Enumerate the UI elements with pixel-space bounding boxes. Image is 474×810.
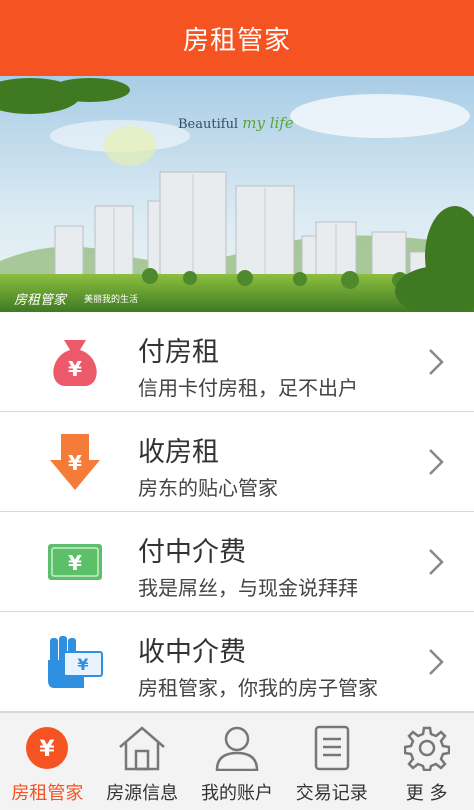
tab-label: 房租管家 xyxy=(11,783,84,804)
tab-label: 更 多 xyxy=(405,783,448,804)
menu-item-subtitle: 房东的贴心管家 xyxy=(138,476,278,500)
document-icon xyxy=(307,723,357,773)
page-title: 房租管家 xyxy=(182,25,291,56)
menu-item-pay-rent[interactable]: ¥ 付房租 信用卡付房租，足不出户 xyxy=(0,312,474,412)
menu-item-subtitle: 信用卡付房租，足不出户 xyxy=(138,376,358,400)
banner-title-prefix: Beautiful xyxy=(178,117,239,132)
gear-icon xyxy=(402,723,452,773)
chevron-right-icon xyxy=(429,449,444,475)
svg-text:¥: ¥ xyxy=(77,655,88,674)
menu-item-collect-rent[interactable]: ¥ 收房租 房东的贴心管家 xyxy=(0,412,474,512)
chevron-right-icon xyxy=(429,649,444,675)
banner-title-suffix: my life xyxy=(242,114,294,132)
svg-text:¥: ¥ xyxy=(68,451,82,475)
tab-label: 我的账户 xyxy=(200,783,273,804)
svg-text:¥: ¥ xyxy=(68,357,82,381)
tab-my-account[interactable]: 我的账户 xyxy=(190,713,285,810)
chevron-right-icon xyxy=(429,349,444,375)
promo-banner[interactable]: Beautiful my life 房租管家 美丽我的生活 xyxy=(0,76,474,312)
house-icon xyxy=(117,723,167,773)
banknote-icon: ¥ xyxy=(44,534,106,590)
banner-image xyxy=(0,76,474,312)
bottom-tab-bar: ¥ 房租管家 房源信息 我的账户 交易记录 更 多 xyxy=(0,712,474,810)
svg-text:¥: ¥ xyxy=(40,737,56,762)
menu-item-title: 收中介费 xyxy=(138,637,246,668)
hand-cash-icon: ¥ xyxy=(44,634,106,690)
app-header: 房租管家 xyxy=(0,0,474,76)
chevron-right-icon xyxy=(429,549,444,575)
money-bag-icon: ¥ xyxy=(44,334,106,390)
svg-text:¥: ¥ xyxy=(68,551,82,575)
banner-brand: 房租管家 xyxy=(14,293,67,308)
tab-label: 交易记录 xyxy=(295,783,368,804)
tab-listings[interactable]: 房源信息 xyxy=(95,713,190,810)
menu-item-title: 付中介费 xyxy=(138,537,246,568)
tab-rent-manager[interactable]: ¥ 房租管家 xyxy=(0,713,95,810)
menu-item-pay-agency-fee[interactable]: ¥ 付中介费 我是屌丝，与现金说拜拜 xyxy=(0,512,474,612)
tab-more[interactable]: 更 多 xyxy=(379,713,474,810)
tab-label: 房源信息 xyxy=(106,783,179,804)
menu-item-collect-agency-fee[interactable]: ¥ 收中介费 房租管家，你我的房子管家 xyxy=(0,612,474,712)
menu-item-title: 付房租 xyxy=(138,337,219,368)
user-icon xyxy=(212,723,262,773)
banner-title: Beautiful my life xyxy=(178,114,294,132)
menu-item-subtitle: 房租管家，你我的房子管家 xyxy=(138,676,378,700)
service-menu: ¥ 付房租 信用卡付房租，足不出户 ¥ 收房租 房东的贴心管家 ¥ 付中介费 我… xyxy=(0,312,474,712)
banner-slogan: 美丽我的生活 xyxy=(84,295,139,305)
menu-item-title: 收房租 xyxy=(138,437,219,468)
menu-item-subtitle: 我是屌丝，与现金说拜拜 xyxy=(138,576,358,600)
tab-transactions[interactable]: 交易记录 xyxy=(284,713,379,810)
yuan-circle-icon: ¥ xyxy=(22,723,72,773)
down-arrow-yuan-icon: ¥ xyxy=(44,434,106,490)
